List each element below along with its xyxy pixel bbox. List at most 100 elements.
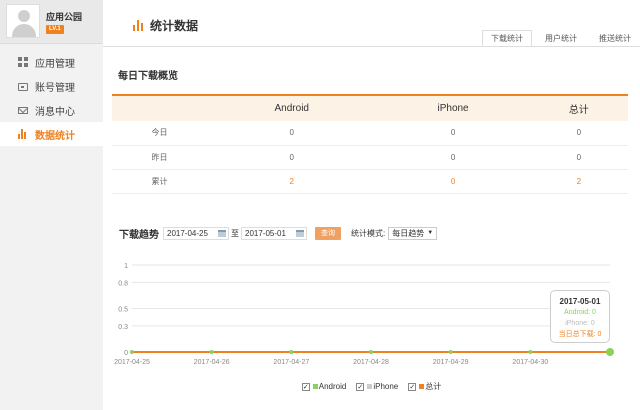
tooltip-iphone: iPhone: 0 bbox=[565, 320, 595, 327]
chart-tooltip: 2017-05-01 Android: 0 iPhone: 0 当日总下载: 0 bbox=[550, 290, 610, 343]
data-point bbox=[528, 350, 533, 354]
checkbox-checked-icon[interactable]: ✓ bbox=[301, 382, 310, 391]
sidebar-item-data-statistics[interactable]: 数据统计 bbox=[0, 122, 103, 146]
calendar-icon[interactable] bbox=[218, 230, 226, 237]
legend-swatch bbox=[312, 384, 318, 389]
avatar-body-icon bbox=[12, 24, 36, 37]
y-tick-label: 1 bbox=[124, 263, 128, 270]
tab-download-stats[interactable]: 下载统计 bbox=[482, 30, 532, 47]
overview-table: Android iPhone 总计 今日 0 0 0 昨日 0 0 0 累计 2… bbox=[112, 94, 628, 194]
data-point bbox=[289, 350, 294, 354]
tab-divider bbox=[103, 46, 640, 47]
legend-label: Android bbox=[318, 382, 347, 391]
legend-label: iPhone bbox=[373, 382, 399, 391]
page-title: 统计数据 bbox=[133, 17, 198, 34]
start-date-input[interactable]: 2017-04-25 bbox=[163, 227, 229, 240]
tooltip-total: 当日总下载: 0 bbox=[558, 331, 602, 338]
start-date-value: 2017-04-25 bbox=[167, 229, 208, 238]
data-point bbox=[448, 350, 453, 354]
sidebar: 应用公园 LV.1 应用管理 账号管理 消息中心 数据统计 bbox=[0, 0, 103, 410]
row-label: 今日 bbox=[112, 121, 207, 146]
mode-label: 统计模式: bbox=[351, 229, 386, 238]
avatar-head-icon bbox=[18, 10, 30, 22]
sidebar-menu: 应用管理 账号管理 消息中心 数据统计 bbox=[0, 50, 103, 146]
sidebar-item-label: 数据统计 bbox=[35, 130, 75, 142]
profile-panel: 应用公园 LV.1 bbox=[0, 0, 103, 44]
bar-chart-icon bbox=[133, 20, 144, 31]
level-badge: LV.1 bbox=[46, 25, 64, 34]
cell-iphone: 0 bbox=[376, 169, 530, 194]
y-tick-label: 0.3 bbox=[118, 324, 128, 331]
legend-swatch bbox=[367, 384, 373, 389]
data-point bbox=[130, 350, 134, 354]
cell-android: 0 bbox=[207, 121, 377, 146]
trend-toolbar: 下载趋势 2017-04-25 至 2017-05-01 查询 统计模式: 每日… bbox=[119, 226, 438, 241]
cell-total: 2 bbox=[529, 169, 628, 194]
date-range-separator: 至 bbox=[231, 229, 239, 238]
tooltip-date: 2017-05-01 bbox=[559, 297, 601, 306]
cell-iphone: 0 bbox=[376, 145, 530, 170]
cell-total: 0 bbox=[529, 121, 628, 146]
y-tick-label: 0.8 bbox=[118, 280, 128, 287]
row-label: 累计 bbox=[112, 169, 207, 194]
tab-push-stats[interactable]: 推送统计 bbox=[590, 30, 640, 47]
grid-icon bbox=[18, 57, 28, 67]
cell-android: 0 bbox=[207, 145, 377, 170]
table-header-row: Android iPhone 总计 bbox=[112, 94, 628, 121]
bar-chart-icon bbox=[18, 129, 28, 139]
mode-select-value: 每日趋势 bbox=[392, 229, 425, 238]
legend-swatch bbox=[419, 384, 425, 389]
checkbox-checked-icon[interactable]: ✓ bbox=[408, 382, 417, 391]
sidebar-item-account-management[interactable]: 账号管理 bbox=[0, 74, 103, 98]
tab-user-stats[interactable]: 用户统计 bbox=[536, 30, 586, 47]
y-tick-label: 0.5 bbox=[118, 307, 128, 314]
x-tick-label: 2017-04-30 bbox=[512, 359, 548, 366]
sidebar-item-label: 消息中心 bbox=[35, 106, 75, 118]
overview-title: 每日下载概览 bbox=[118, 71, 178, 82]
checkbox-checked-icon[interactable]: ✓ bbox=[356, 382, 365, 391]
table-row: 今日 0 0 0 bbox=[112, 121, 628, 146]
legend-label: 总计 bbox=[425, 382, 442, 391]
legend-item-iphone[interactable]: ✓ iPhone bbox=[356, 381, 398, 392]
cell-android: 2 bbox=[207, 169, 377, 194]
table-header: iPhone bbox=[376, 94, 530, 121]
data-point bbox=[606, 348, 614, 356]
avatar[interactable] bbox=[6, 4, 40, 38]
data-point bbox=[209, 350, 214, 354]
end-date-value: 2017-05-01 bbox=[245, 229, 286, 238]
x-tick-label: 2017-04-25 bbox=[114, 359, 150, 366]
table-header: Android bbox=[207, 94, 377, 121]
main-content: 统计数据 下载统计 用户统计 推送统计 每日下载概览 Android iPhon… bbox=[103, 0, 640, 410]
y-tick-label: 0 bbox=[124, 350, 128, 357]
sidebar-item-label: 账号管理 bbox=[35, 82, 75, 94]
table-row: 累计 2 0 2 bbox=[112, 169, 628, 194]
table-header: 总计 bbox=[529, 94, 628, 121]
caret-down-icon: ▼ bbox=[427, 230, 434, 236]
mail-icon bbox=[18, 106, 28, 114]
trend-title: 下载趋势 bbox=[119, 230, 159, 241]
mode-select[interactable]: 每日趋势 ▼ bbox=[388, 227, 438, 240]
data-point bbox=[369, 350, 373, 354]
end-date-input[interactable]: 2017-05-01 bbox=[241, 227, 307, 240]
tab-bar: 下载统计 用户统计 推送统计 bbox=[478, 30, 640, 47]
cell-iphone: 0 bbox=[376, 121, 530, 146]
legend-item-android[interactable]: ✓ Android bbox=[301, 381, 347, 392]
chart-legend: ✓ Android ✓ iPhone ✓ 总计 bbox=[103, 381, 640, 392]
card-icon bbox=[18, 82, 28, 91]
cell-total: 0 bbox=[529, 145, 628, 170]
query-button[interactable]: 查询 bbox=[315, 227, 341, 240]
table-header bbox=[112, 94, 207, 121]
sidebar-item-label: 应用管理 bbox=[35, 58, 75, 70]
x-tick-label: 2017-04-28 bbox=[353, 359, 389, 366]
x-tick-label: 2017-04-27 bbox=[273, 359, 309, 366]
tooltip-android: Android: 0 bbox=[564, 309, 596, 316]
sidebar-item-message-center[interactable]: 消息中心 bbox=[0, 98, 103, 122]
calendar-icon[interactable] bbox=[296, 230, 304, 237]
x-tick-label: 2017-04-26 bbox=[194, 359, 230, 366]
sidebar-item-app-management[interactable]: 应用管理 bbox=[0, 50, 103, 74]
row-label: 昨日 bbox=[112, 145, 207, 170]
legend-item-total[interactable]: ✓ 总计 bbox=[408, 381, 441, 392]
table-row: 昨日 0 0 0 bbox=[112, 145, 628, 170]
page-title-text: 统计数据 bbox=[150, 19, 199, 33]
app-name: 应用公园 bbox=[46, 12, 83, 22]
